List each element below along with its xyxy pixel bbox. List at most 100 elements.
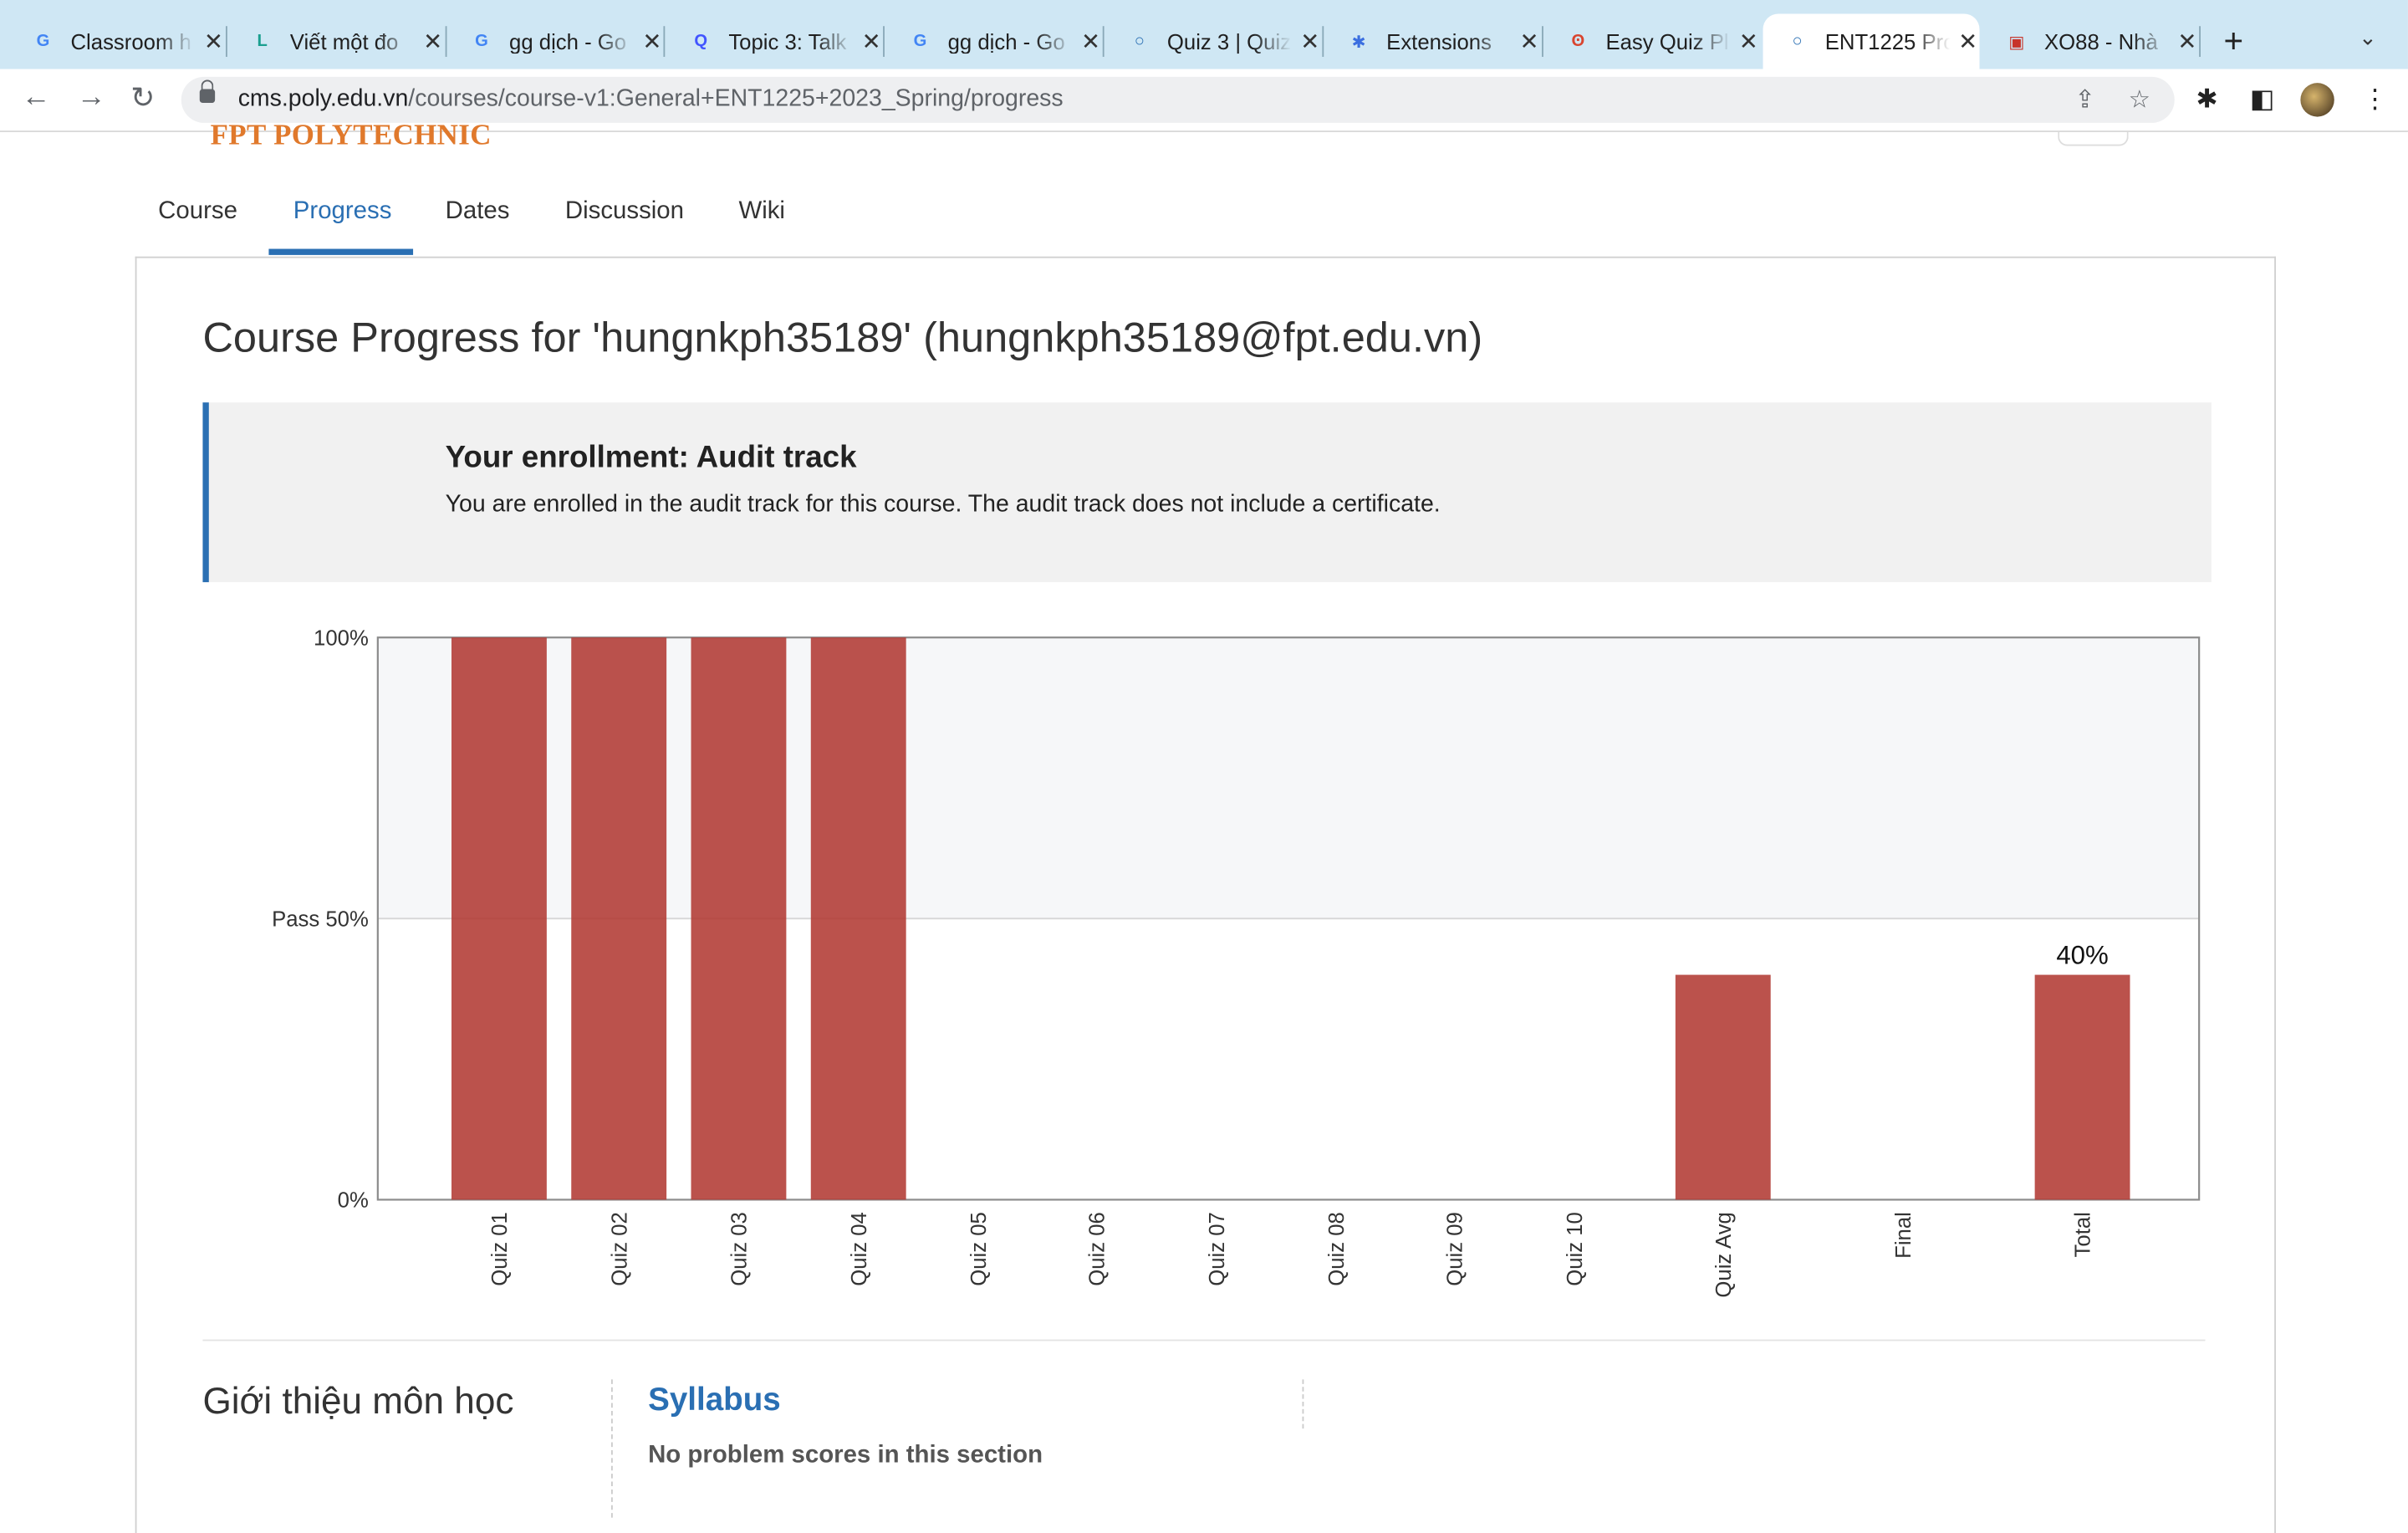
browser-tab-title: gg dịch - Go	[947, 28, 1065, 54]
column-divider	[611, 1379, 613, 1518]
tab-separator	[2199, 26, 2201, 57]
tab-dates[interactable]: Dates	[446, 198, 510, 226]
x-tick-label: Quiz 10	[1564, 1212, 1587, 1286]
browser-tab-title: Extensions	[1386, 28, 1492, 54]
browser-tab[interactable]: L Viết một đo ✕	[228, 14, 446, 69]
x-tick-label: Final	[1892, 1212, 1916, 1259]
x-tick-label: Quiz 01	[488, 1212, 512, 1286]
side-panel-icon[interactable]: ◧	[2250, 84, 2275, 115]
x-tick-label: Quiz 06	[1086, 1212, 1110, 1286]
circle-icon: ○	[1134, 32, 1145, 51]
x-tick-label: Quiz 05	[967, 1212, 991, 1286]
x-tick-label: Quiz 02	[608, 1212, 631, 1286]
site-logo[interactable]: FPT POLYTECHNIC	[211, 120, 492, 153]
section-divider	[202, 1339, 2206, 1341]
enrollment-notice: Your enrollment: Audit track You are enr…	[202, 402, 2212, 583]
profile-avatar[interactable]	[2300, 83, 2334, 117]
grade-chart: 0% Pass 50% 100% Quiz 01 Quiz 02 Quiz 03 Quiz …	[272, 626, 2201, 1298]
tab-course[interactable]: Course	[158, 198, 237, 226]
x-tick-label: Total	[2072, 1212, 2095, 1257]
close-tab-icon[interactable]: ✕	[202, 28, 225, 55]
new-tab-button[interactable]: +	[2224, 22, 2244, 62]
enrollment-heading: Your enrollment: Audit track	[445, 441, 857, 475]
lock-icon[interactable]	[199, 79, 216, 104]
column-divider-right	[1302, 1379, 1304, 1429]
browser-tab[interactable]: ✱ Extensions ✕	[1325, 14, 1543, 69]
x-tick-label: Quiz 03	[728, 1212, 752, 1286]
browser-tab-strip: + ⌄ G Classroom h ✕ L Viết một đo ✕ Ggg dịch -…	[0, 0, 2408, 69]
browser-tab[interactable]: Ggg dịch - Go ✕	[886, 14, 1105, 69]
tab-separator	[225, 26, 227, 57]
y-tick-label: 0%	[338, 1189, 369, 1213]
tab-separator	[664, 26, 666, 57]
bookmark-star-icon[interactable]: ☆	[2129, 84, 2150, 115]
tab-search-chevron-icon[interactable]: ⌄	[2359, 24, 2377, 50]
browser-tab[interactable]: ○ ENT1225 Pro ✕	[1763, 13, 1980, 69]
tab-wiki[interactable]: Wiki	[738, 198, 785, 226]
close-tab-icon[interactable]: ✕	[1956, 28, 1979, 55]
puzzle-icon: ✱	[1351, 33, 1366, 52]
tab-separator	[1541, 26, 1543, 57]
browser-tab-title: gg dịch - Go	[509, 28, 627, 54]
bar-quiz-02	[571, 637, 667, 1200]
subsection-note: No problem scores in this section	[648, 1442, 1043, 1469]
casino-icon: ▣	[2008, 33, 2025, 52]
browser-tab-title: Classroom h	[70, 28, 191, 54]
tab-separator	[1322, 26, 1324, 57]
bar-quiz-04	[810, 637, 906, 1200]
google-icon: G	[913, 32, 927, 51]
browser-tab-title: ENT1225 Pro	[1824, 28, 1951, 54]
bar-total	[2034, 974, 2130, 1200]
browser-tab-title: Topic 3: Talk	[728, 28, 847, 54]
l-app-icon: L	[257, 32, 268, 51]
owl-icon: ʘ	[1571, 32, 1585, 51]
close-tab-icon[interactable]: ✕	[860, 28, 883, 55]
x-tick-label: Quiz 08	[1325, 1212, 1349, 1286]
close-tab-icon[interactable]: ✕	[1298, 28, 1322, 55]
reload-icon[interactable]: ↻	[130, 81, 155, 116]
chapter-title: Giới thiệu môn học	[202, 1381, 514, 1423]
bar-quiz-01	[451, 637, 547, 1200]
browser-tab[interactable]: Q Topic 3: Talk ✕	[667, 14, 885, 69]
active-tab-indicator	[268, 248, 414, 255]
y-tick-label: Pass 50%	[272, 908, 369, 932]
browser-tab-title: Viết một đo	[289, 28, 399, 54]
browser-menu-icon[interactable]: ⋮	[2362, 84, 2388, 115]
user-menu-button[interactable]	[2058, 131, 2129, 146]
back-arrow-icon[interactable]: ←	[22, 81, 51, 115]
enrollment-text: You are enrolled in the audit track for …	[445, 491, 1441, 518]
y-tick-label: 100%	[314, 626, 369, 650]
browser-tab-title: XO88 - Nhà	[2043, 28, 2158, 54]
quizlet-icon: Q	[694, 32, 708, 51]
google-icon: G	[475, 32, 488, 51]
tab-progress[interactable]: Progress	[293, 198, 392, 226]
forward-arrow-icon[interactable]: →	[77, 81, 106, 115]
browser-tab[interactable]: ○ Quiz 3 | Quiz ✕	[1105, 14, 1324, 69]
close-tab-icon[interactable]: ✕	[1518, 28, 1541, 55]
close-tab-icon[interactable]: ✕	[640, 28, 664, 55]
tab-discussion[interactable]: Discussion	[565, 198, 684, 226]
bar-quiz-avg	[1675, 974, 1771, 1200]
data-label: 40%	[2056, 941, 2108, 970]
browser-tab[interactable]: Ggg dịch - Go ✕	[448, 14, 666, 69]
browser-tab[interactable]: ▣ XO88 - Nhà ✕	[1983, 14, 2201, 69]
url-text[interactable]: cms.poly.edu.vn/courses/course-v1:Genera…	[238, 86, 1064, 114]
x-tick-label: Quiz 04	[848, 1212, 871, 1286]
bar-quiz-03	[691, 637, 787, 1200]
circle-icon: ○	[1792, 32, 1803, 51]
x-tick-label: Quiz Avg	[1712, 1212, 1736, 1297]
browser-tab-title: Quiz 3 | Quiz	[1166, 28, 1292, 54]
browser-tab-title: Easy Quiz Pl	[1605, 28, 1729, 54]
browser-tab[interactable]: G Classroom h ✕	[9, 14, 227, 69]
close-tab-icon[interactable]: ✕	[421, 28, 444, 55]
close-tab-icon[interactable]: ✕	[2176, 28, 2199, 55]
subsection-link-syllabus[interactable]: Syllabus	[648, 1382, 781, 1419]
browser-tab[interactable]: ʘ Easy Quiz Pl ✕	[1544, 14, 1761, 69]
close-tab-icon[interactable]: ✕	[1079, 28, 1102, 55]
close-tab-icon[interactable]: ✕	[1737, 28, 1760, 55]
tab-separator	[883, 26, 885, 57]
x-tick-label: Quiz 09	[1444, 1212, 1467, 1286]
extensions-puzzle-icon[interactable]: ✱	[2196, 84, 2217, 115]
share-icon[interactable]: ⇪	[2074, 84, 2095, 115]
address-bar[interactable]: cms.poly.edu.vn/courses/course-v1:Genera…	[181, 76, 2175, 123]
